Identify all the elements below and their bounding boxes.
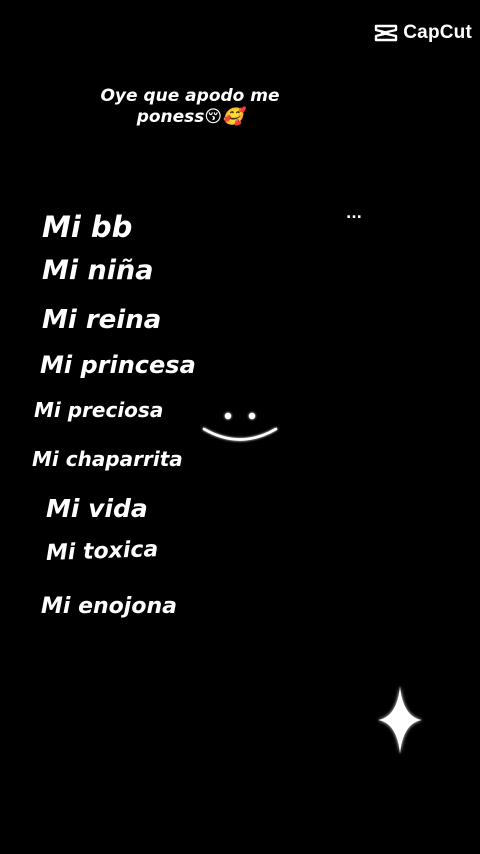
capcut-watermark: CapCut [374, 22, 472, 44]
watermark-text: CapCut [403, 22, 472, 43]
smiley-face-icon [202, 412, 278, 441]
question-line-2-text: poness [136, 107, 205, 127]
question-line-2: poness😚🥰 [90, 107, 290, 128]
question-caption: Oye que apodo me poness😚🥰 [90, 86, 290, 128]
nickname-item: Mi preciosa [34, 398, 164, 422]
nickname-item: Mi vida [46, 494, 148, 523]
nickname-item: Mi bb [42, 210, 133, 244]
question-emojis: 😚🥰 [204, 107, 244, 127]
ellipsis-dots: ... [346, 206, 362, 222]
nickname-item: Mi enojona [41, 594, 177, 619]
question-line-1: Oye que apodo me [100, 86, 280, 106]
capcut-logo-icon [375, 24, 398, 42]
nickname-item: Mi toxica [45, 537, 159, 566]
sparkle-star-icon [378, 686, 422, 754]
nickname-item: Mi princesa [40, 351, 196, 379]
nickname-item: Mi niña [42, 255, 154, 286]
nickname-item: Mi reina [42, 305, 162, 335]
nickname-item: Mi chaparrita [32, 447, 183, 471]
